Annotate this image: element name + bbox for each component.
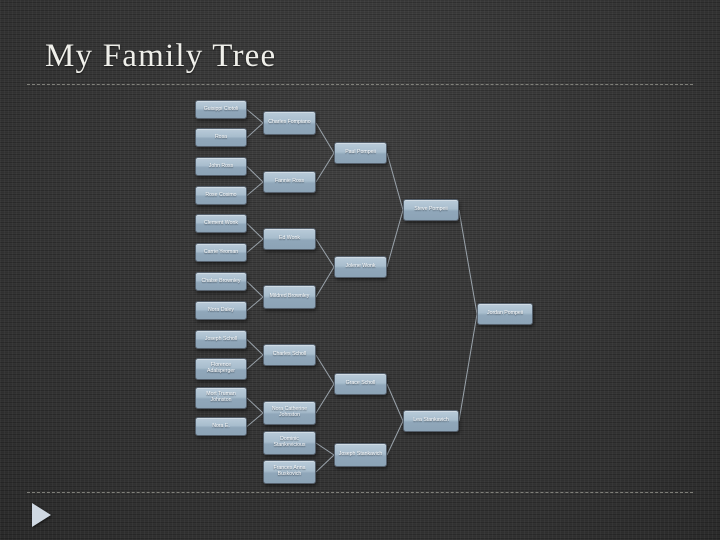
- connector-line: [386, 383, 404, 422]
- tree-node[interactable]: Rose Cosimo: [195, 186, 247, 205]
- tree-node[interactable]: Nora Daley: [195, 301, 247, 320]
- tree-node-label: Nora E.: [212, 422, 230, 429]
- tree-node[interactable]: Joseph Scholl: [195, 330, 247, 349]
- connector-line: [315, 442, 335, 456]
- tree-node[interactable]: Carrie Yeoman: [195, 243, 247, 262]
- connector-line: [246, 339, 264, 356]
- tree-node[interactable]: Mildred Brownley: [263, 285, 316, 309]
- tree-node-label: Rosa: [214, 133, 228, 140]
- connector-line: [458, 313, 478, 422]
- connector-line: [246, 354, 264, 370]
- tree-node[interactable]: Grace Scholl: [334, 373, 387, 395]
- connector-line: [315, 238, 335, 268]
- tree-node[interactable]: Joseph Stankavich: [334, 443, 387, 467]
- tree-node[interactable]: Fannie Ross: [263, 171, 316, 193]
- connector-line: [246, 223, 264, 240]
- connector-line: [246, 412, 264, 427]
- tree-node-label: Dominic Stankevicious: [273, 436, 306, 448]
- tree-node[interactable]: Rosa: [195, 128, 247, 147]
- connector-line: [246, 166, 264, 183]
- connector-line: [315, 354, 335, 385]
- connector-line: [246, 109, 264, 124]
- tree-node[interactable]: Guisippi Ciotoli: [195, 100, 247, 119]
- connector-line: [315, 454, 335, 473]
- tree-node-label: Jordan Pompeii: [486, 310, 524, 317]
- connector-line: [246, 281, 264, 298]
- tree-node[interactable]: Jolene Wonk: [334, 256, 387, 278]
- connector-line: [315, 266, 335, 298]
- tree-node-label: Steve Pompeii: [414, 206, 448, 213]
- connector-line: [458, 209, 478, 315]
- tree-node-label: Rose Cosimo: [205, 191, 237, 198]
- tree-node[interactable]: Jordan Pompeii: [477, 303, 533, 325]
- connector-line: [246, 181, 264, 196]
- connector-line: [246, 397, 264, 414]
- tree-node-label: Lea Stankavich: [413, 417, 449, 424]
- tree-node-label: John Ross: [208, 162, 234, 169]
- connector-line: [386, 420, 404, 456]
- tree-node-label: Grace Scholl: [345, 380, 376, 387]
- footer-divider: [27, 492, 693, 493]
- tree-node[interactable]: Charles Fompiano: [263, 111, 316, 135]
- tree-node-label: Nora Daley: [208, 306, 234, 313]
- tree-node-label: Chalse Brownley: [201, 277, 241, 284]
- tree-node-label: Clement Wonk: [204, 219, 238, 226]
- tree-node[interactable]: Mort Truman Johnston: [195, 387, 247, 409]
- connector-line: [246, 238, 264, 253]
- tree-node-label: Charles Fompiano: [268, 119, 311, 126]
- tree-node[interactable]: Charles Scholl: [263, 344, 316, 366]
- connector-line: [315, 152, 335, 183]
- tree-node[interactable]: Lea Stankavich: [403, 410, 459, 432]
- connector-line: [315, 122, 335, 154]
- family-tree-diagram: Guisippi Ciotoli Rosa John Ross Rose Cosimo…: [0, 0, 720, 540]
- tree-node-label: Florence Adalsperger: [207, 362, 235, 374]
- tree-node-label: Mort Truman Johnston: [206, 391, 236, 403]
- tree-node[interactable]: Nora E.: [195, 417, 247, 436]
- tree-node-label: Carrie Yeoman: [203, 248, 239, 255]
- tree-node[interactable]: Frances Anna Buskovich: [263, 460, 316, 484]
- connector-line: [315, 383, 335, 414]
- tree-node-label: Joseph Scholl: [204, 335, 238, 342]
- tree-node[interactable]: Florence Adalsperger: [195, 358, 247, 380]
- tree-node[interactable]: Nora Catherine Johnston: [263, 401, 316, 425]
- tree-node-label: Jolene Wonk: [345, 263, 376, 270]
- play-triangle-icon[interactable]: [32, 503, 51, 527]
- tree-node-label: Frances Anna Buskovich: [273, 465, 306, 477]
- connector-line: [246, 296, 264, 311]
- tree-node[interactable]: Chalse Brownley: [195, 272, 247, 291]
- tree-node-label: Fannie Ross: [274, 178, 305, 185]
- connector-line: [386, 152, 404, 211]
- tree-node-label: Mildred Brownley: [269, 293, 310, 300]
- tree-node[interactable]: John Ross: [195, 157, 247, 176]
- tree-node[interactable]: Paul Pompeii: [334, 142, 387, 164]
- tree-node[interactable]: Dominic Stankevicious: [263, 431, 316, 455]
- connector-line: [386, 209, 404, 268]
- tree-node-label: Joseph Stankavich: [338, 451, 383, 458]
- tree-node[interactable]: Steve Pompeii: [403, 199, 459, 221]
- tree-node[interactable]: Clement Wonk: [195, 214, 247, 233]
- tree-node-label: Guisippi Ciotoli: [203, 105, 239, 112]
- tree-node-label: Charles Scholl: [272, 351, 307, 358]
- tree-node-label: Ed Wonk: [279, 235, 300, 242]
- tree-node-label: Paul Pompeii: [345, 149, 376, 156]
- connector-line: [246, 122, 264, 138]
- tree-node[interactable]: Ed Wonk: [263, 228, 316, 250]
- tree-node-label: Nora Catherine Johnston: [271, 406, 308, 418]
